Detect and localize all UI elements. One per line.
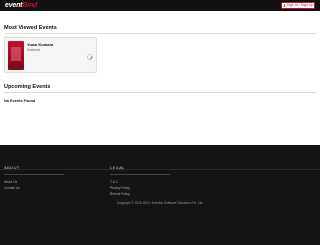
footer-legal: LEGAL T & C Privacy Policy Refund Policy [110, 165, 170, 197]
copyright-text: Copyright © 2019-2024. Eventus Software … [116, 201, 204, 205]
signin-button[interactable]: Sign In / Sign Up [281, 2, 315, 9]
no-events-message: No Events Found [4, 99, 36, 103]
event-card[interactable]: Yuwa Kumara Chennai [4, 37, 97, 73]
signin-label: Sign In / Sign Up [286, 3, 314, 7]
user-icon [282, 3, 286, 7]
footer-link-contact-us[interactable]: Contact Us [4, 185, 64, 191]
event-location: Chennai [27, 48, 40, 52]
footer-divider [110, 174, 170, 175]
logo-accent-text: Bind [22, 2, 38, 9]
share-button[interactable] [87, 54, 93, 60]
site-logo[interactable]: eventBind [5, 1, 37, 10]
footer-bottom-divider [0, 169, 320, 170]
site-footer: ABOUT About Us Contact Us LEGAL T & C Pr… [0, 145, 320, 245]
poster-artwork [11, 47, 21, 61]
share-icon [89, 56, 93, 60]
event-poster[interactable] [8, 41, 24, 70]
logo-text: event [5, 2, 23, 9]
upcoming-title: Upcoming Events [4, 84, 51, 90]
event-title[interactable]: Yuwa Kumara [27, 42, 53, 47]
top-navbar: eventBind Sign In / Sign Up [0, 0, 320, 11]
section-divider [4, 92, 316, 93]
section-divider [4, 33, 316, 34]
most-viewed-title: Most Viewed Events [4, 25, 57, 31]
footer-divider [4, 174, 64, 175]
footer-link-refund[interactable]: Refund Policy [110, 191, 170, 197]
